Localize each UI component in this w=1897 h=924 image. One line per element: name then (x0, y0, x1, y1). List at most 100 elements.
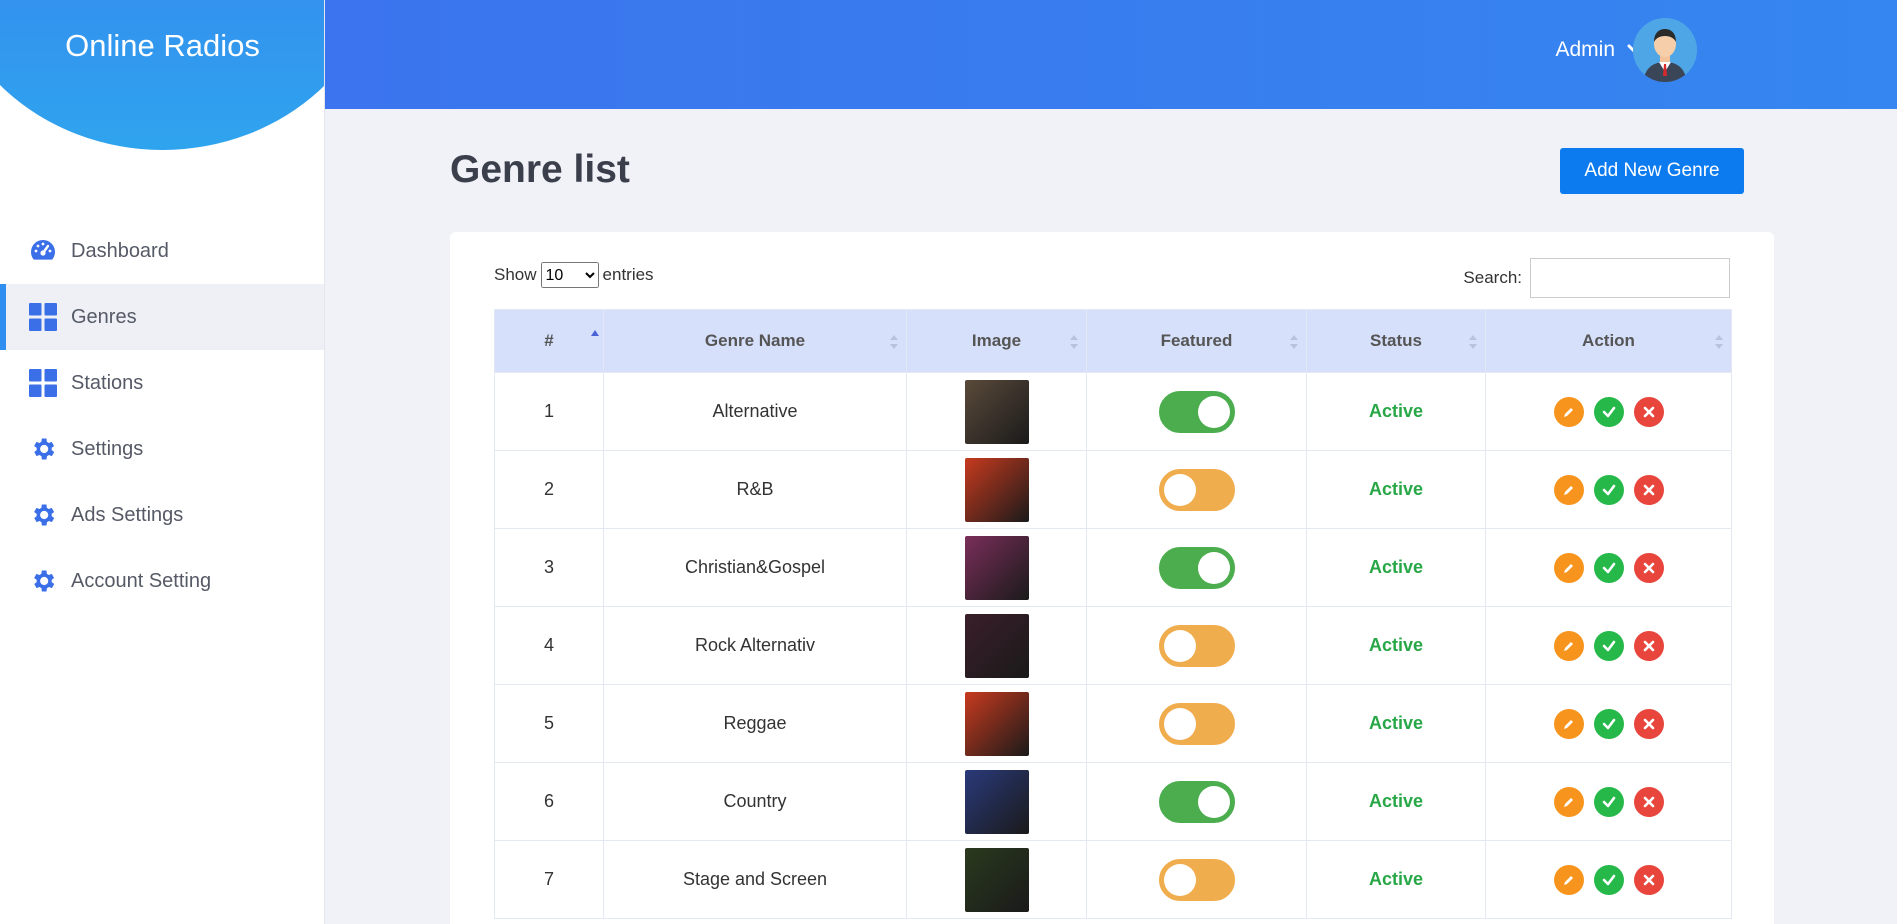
row-number: 4 (494, 606, 604, 685)
approve-button[interactable] (1593, 708, 1624, 739)
status-cell: Active (1306, 606, 1486, 685)
row-number: 5 (494, 684, 604, 763)
pencil-icon (1563, 719, 1573, 729)
featured-cell (1086, 528, 1307, 607)
toggle-knob (1163, 629, 1196, 662)
show-entries-control: Show 10 entries (494, 262, 654, 288)
toggle-knob (1163, 473, 1196, 506)
sidebar-item-label: Stations (71, 371, 144, 394)
sidebar-item-account-setting[interactable]: Account Setting (0, 548, 324, 614)
sidebar-item-genres[interactable]: Genres (0, 284, 324, 350)
featured-toggle[interactable] (1158, 468, 1235, 511)
entries-select[interactable]: 10 (540, 262, 599, 288)
image-cell (906, 606, 1087, 685)
sidebar-item-label: Ads Settings (71, 503, 184, 526)
avatar-image (1633, 18, 1697, 82)
delete-button[interactable] (1633, 786, 1664, 817)
action-cell (1485, 528, 1732, 607)
app-title: Online Radios (65, 28, 260, 63)
table-row: 4 Rock Alternativ Active (494, 606, 1732, 685)
avatar[interactable] (1633, 18, 1697, 82)
delete-button[interactable] (1633, 708, 1664, 739)
genre-name: Christian&Gospel (603, 528, 907, 607)
featured-toggle[interactable] (1158, 546, 1235, 589)
status-badge: Active (1368, 869, 1424, 889)
featured-toggle[interactable] (1158, 780, 1235, 823)
featured-cell (1086, 762, 1307, 841)
approve-button[interactable] (1593, 786, 1624, 817)
column-header-action[interactable]: Action (1485, 309, 1732, 373)
row-actions (1486, 786, 1731, 817)
table-row: 3 Christian&Gospel Active (494, 528, 1732, 607)
pencil-icon (1563, 641, 1573, 651)
close-icon (1643, 484, 1654, 495)
sidebar-item-ads-settings[interactable]: Ads Settings (0, 482, 324, 548)
delete-button[interactable] (1633, 474, 1664, 505)
genre-table-card: Show 10 entries Search: # Genre Name Ima… (450, 232, 1774, 924)
status-badge: Active (1368, 713, 1424, 733)
genre-name: Stage and Screen (603, 840, 907, 919)
grid-icon (28, 368, 58, 398)
approve-button[interactable] (1593, 630, 1624, 661)
edit-button[interactable] (1553, 396, 1584, 427)
featured-toggle[interactable] (1158, 858, 1235, 901)
search-input[interactable] (1530, 258, 1730, 298)
delete-button[interactable] (1633, 630, 1664, 661)
delete-button[interactable] (1633, 552, 1664, 583)
table-header-row: # Genre Name Image Featured Status Actio… (494, 309, 1732, 373)
genre-name: Rock Alternativ (603, 606, 907, 685)
sidebar-item-stations[interactable]: Stations (0, 350, 324, 416)
edit-button[interactable] (1553, 474, 1584, 505)
row-actions (1486, 474, 1731, 505)
toggle-knob (1197, 551, 1230, 584)
approve-button[interactable] (1593, 474, 1624, 505)
genre-name: Alternative (603, 372, 907, 451)
column-header-image[interactable]: Image (906, 309, 1087, 373)
featured-toggle[interactable] (1158, 702, 1235, 745)
sort-icon (1715, 335, 1723, 349)
status-badge: Active (1368, 479, 1424, 499)
column-header-featured[interactable]: Featured (1086, 309, 1307, 373)
approve-button[interactable] (1593, 396, 1624, 427)
sidebar-item-dashboard[interactable]: Dashboard (0, 218, 324, 284)
dashboard-icon (28, 236, 58, 266)
delete-button[interactable] (1633, 396, 1664, 427)
close-icon (1643, 874, 1654, 885)
column-header-status[interactable]: Status (1306, 309, 1486, 373)
featured-cell (1086, 684, 1307, 763)
edit-button[interactable] (1553, 552, 1584, 583)
close-icon (1643, 796, 1654, 807)
featured-toggle[interactable] (1158, 390, 1235, 433)
user-name: Admin (1555, 38, 1615, 61)
add-new-genre-button[interactable]: Add New Genre (1560, 148, 1744, 194)
edit-button[interactable] (1553, 864, 1584, 895)
column-header-number[interactable]: # (494, 309, 604, 373)
sidebar: Online Radios Dashboard Genres Stations … (0, 0, 325, 924)
table-row: 6 Country Active (494, 762, 1732, 841)
approve-button[interactable] (1593, 864, 1624, 895)
status-cell: Active (1306, 840, 1486, 919)
status-cell: Active (1306, 450, 1486, 529)
status-badge: Active (1368, 557, 1424, 577)
row-actions (1486, 630, 1731, 661)
sidebar-nav: Dashboard Genres Stations Settings Ads S… (0, 218, 324, 614)
brand-banner (0, 0, 324, 150)
edit-button[interactable] (1553, 708, 1584, 739)
delete-button[interactable] (1633, 864, 1664, 895)
check-icon (1602, 718, 1615, 729)
sidebar-item-settings[interactable]: Settings (0, 416, 324, 482)
close-icon (1643, 562, 1654, 573)
pencil-icon (1563, 563, 1573, 573)
grid-icon (28, 302, 58, 332)
status-cell: Active (1306, 372, 1486, 451)
image-cell (906, 528, 1087, 607)
action-cell (1485, 372, 1732, 451)
toggle-knob (1197, 395, 1230, 428)
approve-button[interactable] (1593, 552, 1624, 583)
edit-button[interactable] (1553, 786, 1584, 817)
edit-button[interactable] (1553, 630, 1584, 661)
featured-toggle[interactable] (1158, 624, 1235, 667)
column-header-genre-name[interactable]: Genre Name (603, 309, 907, 373)
genre-thumbnail (964, 535, 1029, 600)
pencil-icon (1563, 797, 1573, 807)
